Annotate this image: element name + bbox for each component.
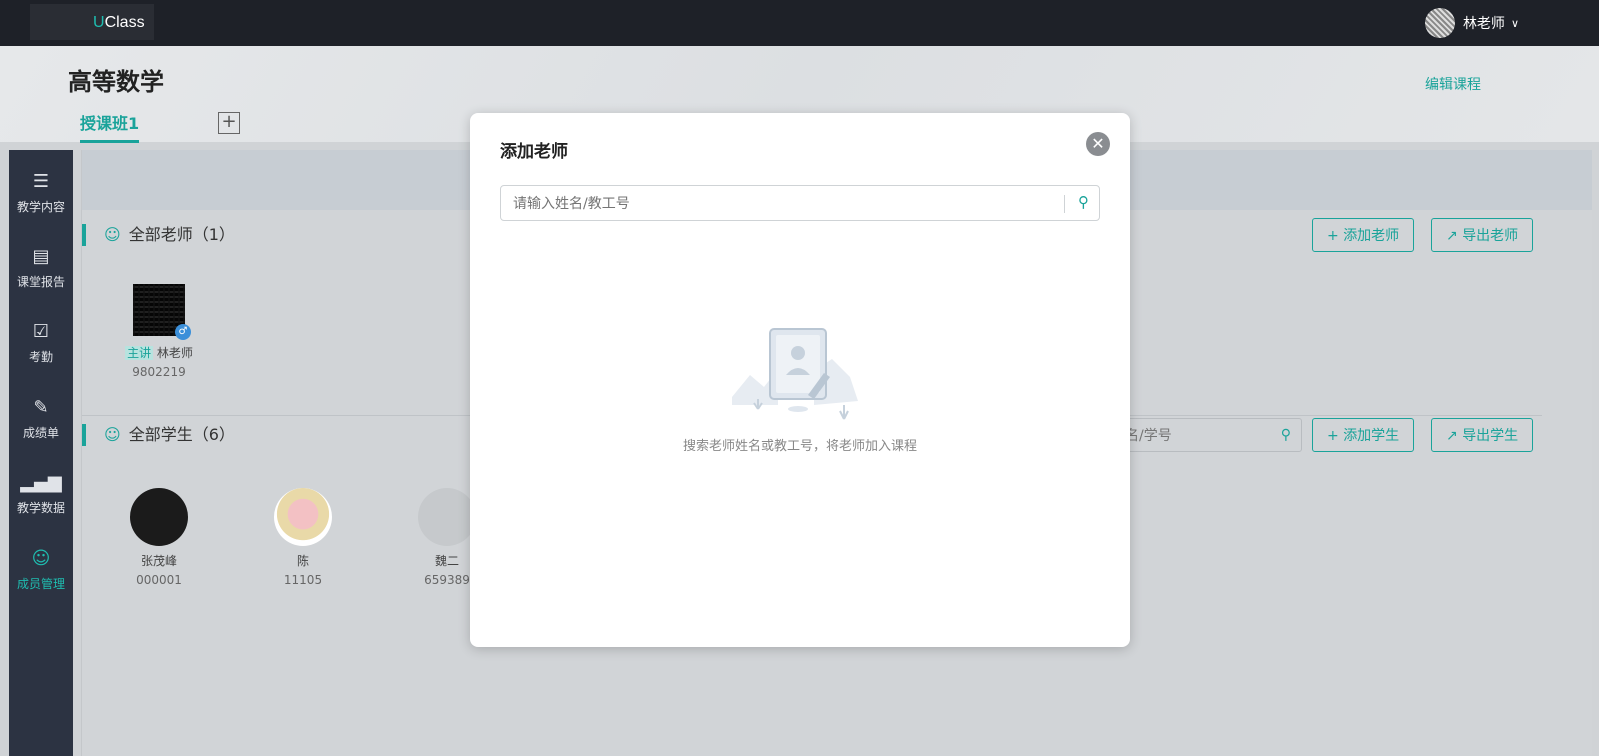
document-icon: ▤ (32, 246, 50, 267)
export-student-label: 导出学生 (1462, 428, 1519, 444)
sidebar-item-label: 成绩单 (22, 426, 59, 440)
student-number: 11105 (283, 573, 323, 587)
teacher-number: 9802219 (132, 365, 186, 379)
search-icon[interactable]: ⚲ (1078, 193, 1089, 211)
empty-state-text: 搜索老师姓名或教工号，将老师加入课程 (682, 439, 917, 454)
export-teacher-button[interactable]: ↗ 导出老师 (1431, 218, 1534, 252)
male-icon: ♂ (175, 324, 191, 340)
add-student-label: 添加学生 (1343, 428, 1400, 444)
add-teacher-button[interactable]: + 添加老师 (1312, 218, 1415, 252)
search-icon[interactable]: ⚲ (1281, 427, 1291, 443)
top-bar: UClass 林老师 ∨ (0, 0, 1599, 46)
members-icon: ☺ (31, 548, 51, 569)
add-class-button[interactable]: + (218, 112, 240, 134)
tab-class-1[interactable]: 授课班1 (80, 110, 140, 143)
sidebar-item-teaching-data[interactable]: ▂▄▆ 教学数据 (9, 471, 73, 516)
dialog-title: 添加老师 (500, 142, 568, 162)
layers-icon: ☰ (32, 171, 50, 192)
add-student-button[interactable]: + 添加学生 (1312, 418, 1415, 452)
teacher-name: 林老师 (156, 346, 193, 360)
teachers-section-title: ☺ 全部老师（1） (82, 224, 235, 246)
search-separator (1064, 195, 1065, 213)
sidebar-item-attendance[interactable]: ☑ 考勤 (9, 320, 73, 365)
teacher-search-input[interactable] (501, 186, 1055, 222)
edit-course-link[interactable]: 编辑课程 (1425, 74, 1481, 94)
sidebar: ☰ 教学内容 ▤ 课堂报告 ☑ 考勤 ✎ 成绩单 ▂▄▆ 教学数据 ☺ 成员管理 (9, 150, 73, 756)
teacher-card[interactable]: ♂ 主讲 林老师 9802219 (114, 284, 204, 379)
sidebar-item-class-report[interactable]: ▤ 课堂报告 (9, 245, 73, 290)
sidebar-item-label: 教学数据 (16, 501, 65, 515)
role-badge: 主讲 (125, 346, 154, 360)
page-title: 高等数学 (68, 68, 164, 96)
grade-icon: ✎ (33, 397, 49, 418)
bar-chart-icon: ▂▄▆ (20, 472, 62, 493)
app-logo[interactable]: UClass (30, 4, 154, 40)
teacher-avatar: ♂ (133, 284, 191, 340)
export-icon: ↗ (1446, 228, 1463, 244)
export-icon: ↗ (1446, 428, 1463, 444)
student-avatar (418, 488, 476, 546)
student-name: 张茂峰 (140, 554, 177, 568)
sidebar-item-members[interactable]: ☺ 成员管理 (9, 547, 73, 592)
student-number: 000001 (136, 573, 182, 587)
empty-state-illustration (732, 328, 858, 420)
students-section-title: ☺ 全部学生（6） (82, 424, 235, 446)
export-student-button[interactable]: ↗ 导出学生 (1431, 418, 1534, 452)
logo-suffix: Class (104, 14, 145, 31)
plus-icon: + (1327, 428, 1344, 444)
student-card[interactable]: 陈 11105 (258, 488, 348, 587)
sidebar-item-label: 教学内容 (16, 200, 65, 214)
student-avatar (274, 488, 332, 546)
avatar (1424, 8, 1455, 38)
sidebar-item-label: 考勤 (28, 350, 53, 364)
add-teacher-label: 添加老师 (1343, 228, 1400, 244)
teachers-count: 全部老师（1） (128, 225, 235, 244)
teacher-search-field[interactable]: ⚲ (500, 185, 1100, 222)
student-card[interactable]: 张茂峰 000001 (114, 488, 204, 587)
logo-prefix: U (93, 14, 105, 31)
export-teacher-label: 导出老师 (1462, 228, 1519, 244)
close-icon[interactable]: ✕ (1086, 132, 1110, 156)
user-menu[interactable]: 林老师 ∨ (1424, 8, 1519, 38)
sidebar-item-grades[interactable]: ✎ 成绩单 (9, 396, 73, 441)
calendar-check-icon: ☑ (32, 321, 50, 342)
plus-icon: + (1327, 228, 1344, 244)
chevron-down-icon: ∨ (1510, 16, 1519, 30)
users-icon: ☺ (104, 225, 121, 244)
student-name: 陈 (296, 554, 309, 568)
student-search-field[interactable]: ⚲ (1102, 418, 1302, 453)
users-icon: ☺ (104, 425, 121, 444)
sidebar-item-teaching-content[interactable]: ☰ 教学内容 (9, 170, 73, 215)
sidebar-item-label: 课堂报告 (16, 275, 65, 289)
students-count: 全部学生（6） (128, 425, 235, 444)
sidebar-item-label: 成员管理 (16, 577, 65, 591)
student-avatar (130, 488, 188, 546)
add-teacher-dialog: 添加老师 ✕ ⚲ 搜索老师姓名或教工号，将老师加入课程 (470, 113, 1130, 647)
user-name: 林老师 (1462, 16, 1505, 32)
